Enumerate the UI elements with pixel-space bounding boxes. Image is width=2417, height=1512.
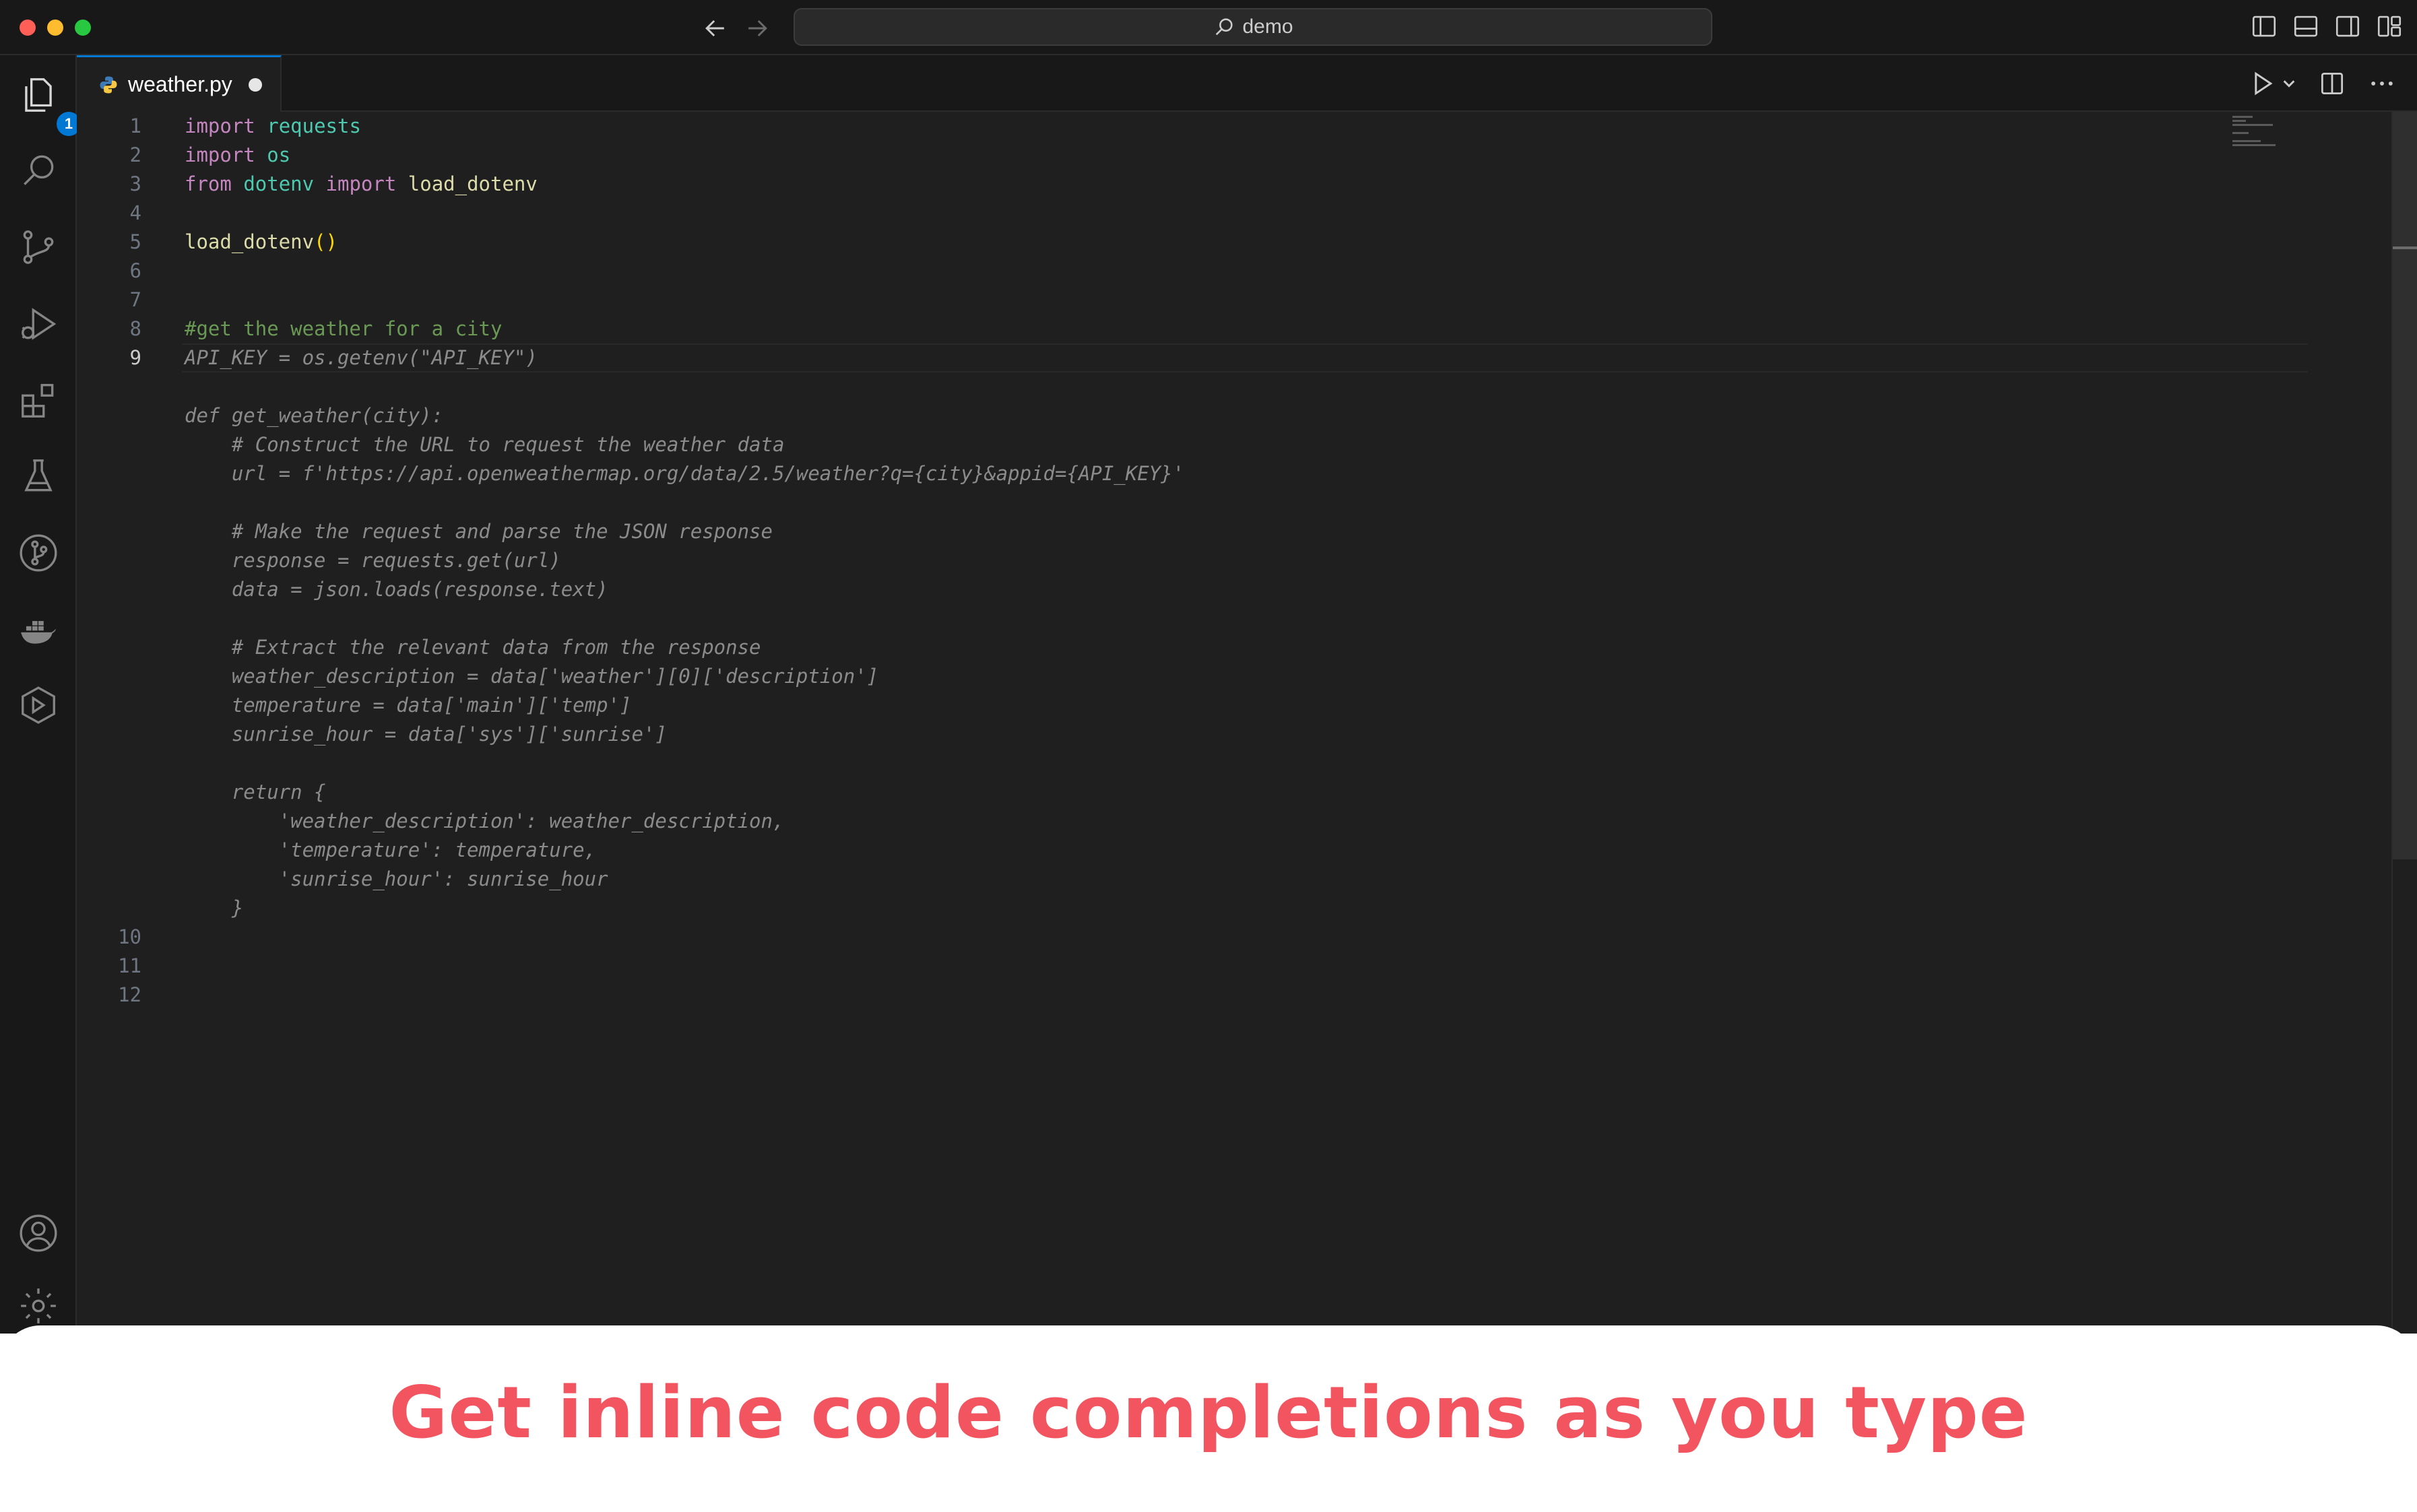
code-line: import requests <box>185 112 361 141</box>
inline-suggestion-line: 'weather_description': weather_descripti… <box>185 810 785 832</box>
activity-bar: 1 <box>0 55 81 1334</box>
code-editor[interactable]: 1 2 3 4 5 6 7 8 9 10 11 12 import reques… <box>77 112 2417 1334</box>
inline-suggestion-line: def get_weather(city): <box>185 404 444 427</box>
manage-gear-icon[interactable] <box>18 1285 59 1327</box>
command-center-search[interactable]: demo <box>794 8 1712 46</box>
inline-suggestion-line: # Extract the relevant data from the res… <box>185 636 761 659</box>
line-number: 8 <box>129 317 141 340</box>
toggle-primary-sidebar-icon[interactable] <box>2250 12 2278 40</box>
tab-label: weather.py <box>128 72 232 96</box>
inline-suggestion-line: url = f'https://api.openweathermap.org/d… <box>185 462 1185 485</box>
keyword: import <box>185 143 255 166</box>
explorer-icon[interactable]: 1 <box>18 74 81 136</box>
code-line: import os <box>185 141 290 170</box>
caption-text: Get inline code completions as you type <box>389 1371 2028 1454</box>
inline-suggestion-line: temperature = data['main']['temp'] <box>185 694 632 717</box>
line-number: 12 <box>118 983 141 1006</box>
parentheses: () <box>314 230 337 253</box>
toggle-secondary-sidebar-icon[interactable] <box>2333 12 2362 40</box>
customize-layout-icon[interactable] <box>2375 12 2404 40</box>
layout-controls <box>2250 12 2404 40</box>
chevron-down-icon[interactable] <box>2281 69 2297 98</box>
source-control-icon[interactable] <box>18 226 59 268</box>
inline-suggestion-line: API_KEY = os.getenv("API_KEY") <box>185 346 538 369</box>
inline-suggestion-line: data = json.loads(response.text) <box>185 578 608 601</box>
function-name: load_dotenv <box>185 230 315 253</box>
search-icon[interactable] <box>18 150 59 191</box>
vscode-window: demo 1 weather.py 1 2 3 4 5 6 7 8 9 10 1… <box>0 0 2417 1334</box>
code-line: from dotenv import load_dotenv <box>185 170 538 199</box>
inline-suggestion-line: weather_description = data['weather'][0]… <box>185 665 879 688</box>
keyword: import <box>325 172 397 195</box>
line-number: 10 <box>118 925 141 948</box>
line-number: 1 <box>129 114 141 137</box>
run-icon[interactable] <box>2247 69 2277 98</box>
git-graph-icon[interactable] <box>18 532 59 574</box>
minimize-window-button[interactable] <box>47 20 63 36</box>
line-number: 4 <box>129 201 141 224</box>
editor-tab-bar: weather.py <box>77 55 2417 112</box>
inline-suggestion-line: return { <box>185 781 326 803</box>
title-bar: demo <box>0 0 2417 55</box>
run-and-debug-icon[interactable] <box>18 303 59 345</box>
inline-suggestion-line: } <box>185 896 244 919</box>
inline-suggestion-line: 'sunrise_hour': sunrise_hour <box>185 867 608 890</box>
line-number-current: 9 <box>129 346 141 369</box>
caption-banner: Get inline code completions as you type <box>0 1325 2417 1512</box>
split-editor-icon[interactable] <box>2317 69 2347 98</box>
remote-explorer-icon[interactable] <box>18 684 59 726</box>
line-number: 6 <box>129 259 141 282</box>
minimap[interactable] <box>2232 112 2313 152</box>
module-name: requests <box>267 114 361 137</box>
scrollbar-thumb[interactable] <box>2393 112 2417 859</box>
line-number: 11 <box>118 954 141 977</box>
keyword: from <box>185 172 232 195</box>
search-icon <box>1216 18 1233 36</box>
testing-icon[interactable] <box>18 455 59 497</box>
line-number: 3 <box>129 172 141 195</box>
inline-suggestion-line: response = requests.get(url) <box>185 549 561 572</box>
module-name: dotenv <box>243 172 315 195</box>
inline-suggestion-line: 'temperature': temperature, <box>185 839 597 861</box>
accounts-icon[interactable] <box>18 1212 59 1254</box>
scrollbar-cursor-marker <box>2393 246 2417 249</box>
more-actions-icon[interactable] <box>2367 69 2397 98</box>
maximize-window-button[interactable] <box>75 20 91 36</box>
back-arrow-icon[interactable] <box>701 13 730 43</box>
toggle-panel-icon[interactable] <box>2292 12 2320 40</box>
close-window-button[interactable] <box>20 20 36 36</box>
code-line: load_dotenv() <box>185 228 337 257</box>
python-icon <box>100 76 117 93</box>
inline-suggestion-line: # Make the request and parse the JSON re… <box>185 520 773 543</box>
vertical-scrollbar[interactable] <box>2391 112 2417 1334</box>
keyword: import <box>185 114 255 137</box>
code-comment: #get the weather for a city <box>185 317 503 340</box>
unsaved-dot-icon[interactable] <box>248 77 262 92</box>
tab-weather-py[interactable]: weather.py <box>77 55 282 112</box>
docker-icon[interactable] <box>18 609 59 651</box>
module-name: os <box>267 143 291 166</box>
extensions-icon[interactable] <box>18 380 59 422</box>
line-number: 7 <box>129 288 141 311</box>
function-name: load_dotenv <box>408 172 538 195</box>
inline-suggestion-line: # Construct the URL to request the weath… <box>185 433 785 456</box>
editor-actions <box>2247 69 2397 98</box>
line-number: 5 <box>129 230 141 253</box>
forward-arrow-icon[interactable] <box>742 13 772 43</box>
command-center-label: demo <box>1242 15 1293 38</box>
inline-suggestion-line: sunrise_hour = data['sys']['sunrise'] <box>185 723 667 746</box>
line-number: 2 <box>129 143 141 166</box>
